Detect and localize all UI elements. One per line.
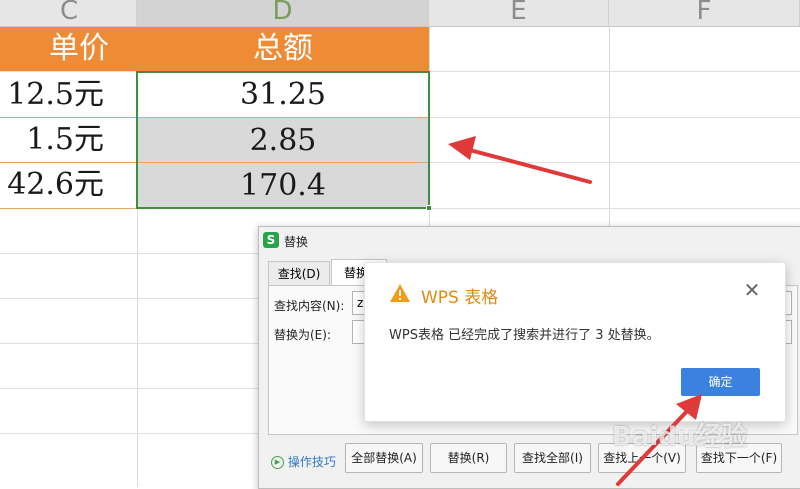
cell-unit-price[interactable]: 42.6元 [0,162,137,208]
replace-all-button[interactable]: 全部替换(A) [345,443,423,473]
dialog-title: 替换 [284,235,309,249]
play-icon: ▶ [271,456,284,469]
cell-unit-price[interactable]: 1.5元 [0,117,137,163]
row-divider [0,208,137,209]
app-icon: S [263,232,279,248]
column-header-e[interactable]: E [429,0,609,27]
message-text: WPS表格 已经完成了搜索并进行了 3 处替换。 [389,328,660,343]
replace-button[interactable]: 替换(R) [430,443,507,473]
replace-label: 替换为(E): [274,328,331,342]
column-header-f[interactable]: F [609,0,800,27]
column-header-d[interactable]: D [137,0,429,27]
header-cell-unit-price[interactable]: 单价 [0,27,137,71]
tips-label: 操作技巧 [287,455,336,469]
watermark: Baidu经验 [612,422,748,452]
selection-border [136,71,430,209]
find-label: 查找内容(N): [274,299,345,313]
header-cell-total[interactable]: 总额 [137,27,429,71]
find-all-button[interactable]: 查找全部(I) [514,443,591,473]
close-icon[interactable]: ✕ [741,279,763,301]
warning-icon [390,284,410,302]
message-box: WPS 表格 ✕ WPS表格 已经完成了搜索并进行了 3 处替换。 确定 [364,262,786,422]
message-title: WPS 表格 [421,288,499,308]
cell-unit-price[interactable]: 12.5元 [0,72,137,118]
column-header-c[interactable]: C [0,0,137,27]
fill-handle[interactable] [426,205,432,211]
tips-link[interactable]: ▶ 操作技巧 [271,453,336,470]
annotation-arrow [448,136,592,184]
tab-find[interactable]: 查找(D) [268,261,330,285]
